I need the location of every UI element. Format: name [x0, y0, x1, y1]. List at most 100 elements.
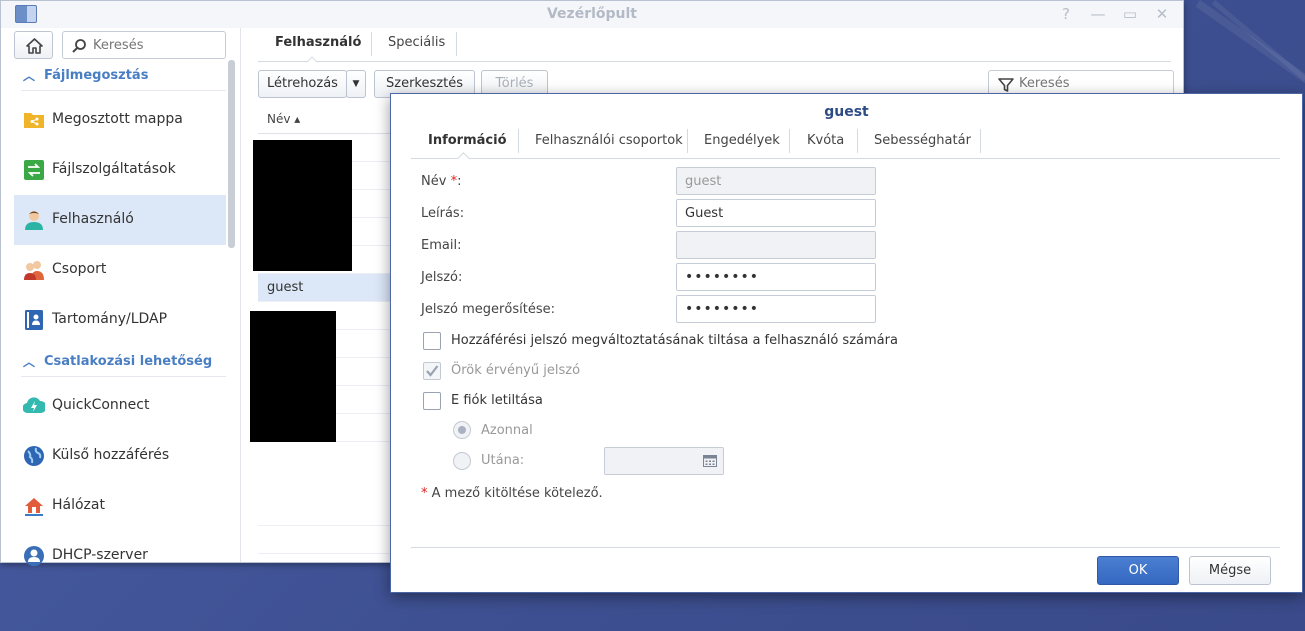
external-access-icon	[24, 446, 44, 466]
tab-information[interactable]: Információ	[428, 133, 507, 148]
disable-account-label: E fiók letiltása	[451, 393, 543, 408]
quickconnect-icon	[23, 397, 45, 414]
sidebar-item-quickconnect[interactable]: QuickConnect	[14, 381, 226, 431]
close-icon[interactable]: ✕	[1152, 4, 1172, 24]
password-label: Jelszó:	[421, 270, 463, 285]
sidebar-item-user[interactable]: Felhasználó	[14, 195, 226, 245]
redacted-block	[250, 311, 336, 442]
tab-divider	[456, 32, 457, 56]
sidebar: ︿ Fájlmegosztás Megosztott mappa Fájlszo…	[1, 28, 241, 566]
sidebar-search-box[interactable]	[62, 31, 226, 59]
sidebar-item-network[interactable]: Hálózat	[14, 481, 226, 531]
calendar-icon	[703, 455, 717, 467]
disable-account-checkbox[interactable]	[423, 392, 441, 410]
sidebar-item-shared-folder[interactable]: Megosztott mappa	[14, 95, 226, 145]
tab-advanced[interactable]: Speciális	[388, 35, 445, 50]
description-label: Leírás:	[421, 206, 465, 221]
domain-ldap-icon	[25, 310, 43, 330]
sidebar-item-label: QuickConnect	[52, 397, 150, 413]
section-title: Fájlmegosztás	[44, 68, 149, 83]
sidebar-item-label: DHCP-szerver	[52, 547, 148, 563]
filter-icon	[998, 78, 1014, 92]
row-username: guest	[267, 280, 304, 295]
required-field-note: * A mező kitöltése kötelező.	[421, 486, 603, 501]
sidebar-item-dhcp-server[interactable]: DHCP-szerver	[14, 531, 226, 581]
password-never-expires-label: Örök érvényű jelszó	[451, 363, 581, 378]
section-header-connectivity[interactable]: ︿ Csatlakozási lehetőség	[21, 347, 226, 377]
dialog-title: guest	[824, 104, 869, 120]
tab-divider	[789, 129, 790, 153]
create-button[interactable]: Létrehozás	[258, 70, 347, 98]
tab-divider	[371, 32, 372, 56]
maximize-icon[interactable]: ▭	[1120, 4, 1140, 24]
group-icon	[24, 261, 44, 280]
cancel-button[interactable]: Mégse	[1189, 556, 1271, 585]
description-field[interactable]	[676, 199, 876, 227]
disable-date-field[interactable]	[604, 447, 724, 475]
tab-divider	[518, 129, 519, 153]
tab-divider	[687, 129, 688, 153]
tab-divider	[980, 129, 981, 153]
user-icon	[25, 211, 43, 230]
sidebar-scrollbar[interactable]	[228, 60, 235, 248]
caret-down-icon: ▼	[352, 79, 360, 89]
title-bar: Vezérlőpult ? — ▭ ✕	[1, 1, 1183, 28]
user-edit-dialog: guest Információ Felhasználói csoportok …	[390, 93, 1303, 593]
dialog-footer-divider	[411, 547, 1280, 548]
tab-user[interactable]: Felhasználó	[275, 35, 361, 50]
sidebar-item-label: Fájlszolgáltatások	[52, 161, 176, 177]
tab-quota[interactable]: Kvóta	[807, 133, 844, 148]
grid-header-name[interactable]: Név ▴	[258, 106, 393, 134]
column-header-label: Név ▴	[267, 112, 301, 126]
table-row[interactable]	[258, 498, 393, 526]
sidebar-item-label: Hálózat	[52, 497, 105, 513]
confirm-password-field[interactable]	[676, 295, 876, 323]
table-row-selected[interactable]: guest	[258, 274, 393, 302]
window-title: Vezérlőpult	[546, 6, 637, 22]
email-label: Email:	[421, 238, 462, 253]
sidebar-item-label: Csoport	[52, 261, 107, 277]
create-dropdown-button[interactable]: ▼	[346, 70, 366, 98]
shared-folder-icon	[24, 113, 44, 128]
search-icon	[72, 39, 86, 53]
name-field[interactable]	[676, 167, 876, 195]
disable-immediately-label: Azonnal	[481, 423, 533, 438]
confirm-password-label: Jelszó megerősítése:	[421, 302, 555, 317]
password-never-expires-checkbox[interactable]	[423, 362, 441, 380]
sidebar-item-file-services[interactable]: Fájlszolgáltatások	[14, 145, 226, 195]
sidebar-item-label: Megosztott mappa	[52, 111, 183, 127]
sidebar-item-label: Külső hozzáférés	[52, 447, 170, 463]
disable-immediately-radio[interactable]	[453, 421, 471, 439]
tab-speed-limit[interactable]: Sebességhatár	[874, 133, 971, 148]
disallow-password-change-label: Hozzáférési jelszó megváltoztatásának ti…	[451, 333, 898, 348]
dhcp-server-icon	[24, 546, 44, 566]
sidebar-item-external-access[interactable]: Külső hozzáférés	[14, 431, 226, 481]
password-field[interactable]	[676, 263, 876, 291]
sidebar-item-domain-ldap[interactable]: Tartomány/LDAP	[14, 295, 226, 345]
section-title: Csatlakozási lehetőség	[44, 354, 213, 369]
chevron-up-icon: ︿	[23, 69, 36, 83]
file-services-icon	[24, 160, 44, 180]
ok-button[interactable]: OK	[1097, 556, 1179, 585]
sidebar-item-group[interactable]: Csoport	[14, 245, 226, 295]
disallow-password-change-checkbox[interactable]	[423, 332, 441, 350]
disable-after-label: Utána:	[481, 453, 525, 468]
grid-footer	[258, 526, 393, 554]
home-button[interactable]	[14, 31, 53, 59]
dialog-tabs: Információ Felhasználói csoportok Engedé…	[411, 126, 1280, 165]
disable-after-radio[interactable]	[453, 452, 471, 470]
redacted-block	[253, 140, 352, 271]
active-tab-indicator	[306, 56, 318, 68]
name-label: Név *:	[421, 174, 462, 189]
sidebar-search-input[interactable]	[93, 36, 218, 54]
sidebar-item-label: Tartomány/LDAP	[52, 311, 168, 327]
tab-permissions[interactable]: Engedélyek	[704, 133, 780, 148]
email-field[interactable]	[676, 231, 876, 259]
tab-user-groups[interactable]: Felhasználói csoportok	[535, 133, 683, 148]
network-icon	[25, 498, 43, 516]
section-header-file-sharing[interactable]: ︿ Fájlmegosztás	[21, 61, 226, 91]
minimize-icon[interactable]: —	[1088, 4, 1108, 24]
filter-search-input[interactable]	[1019, 76, 1164, 91]
checkmark-icon	[426, 365, 439, 377]
help-icon[interactable]: ?	[1056, 4, 1076, 24]
